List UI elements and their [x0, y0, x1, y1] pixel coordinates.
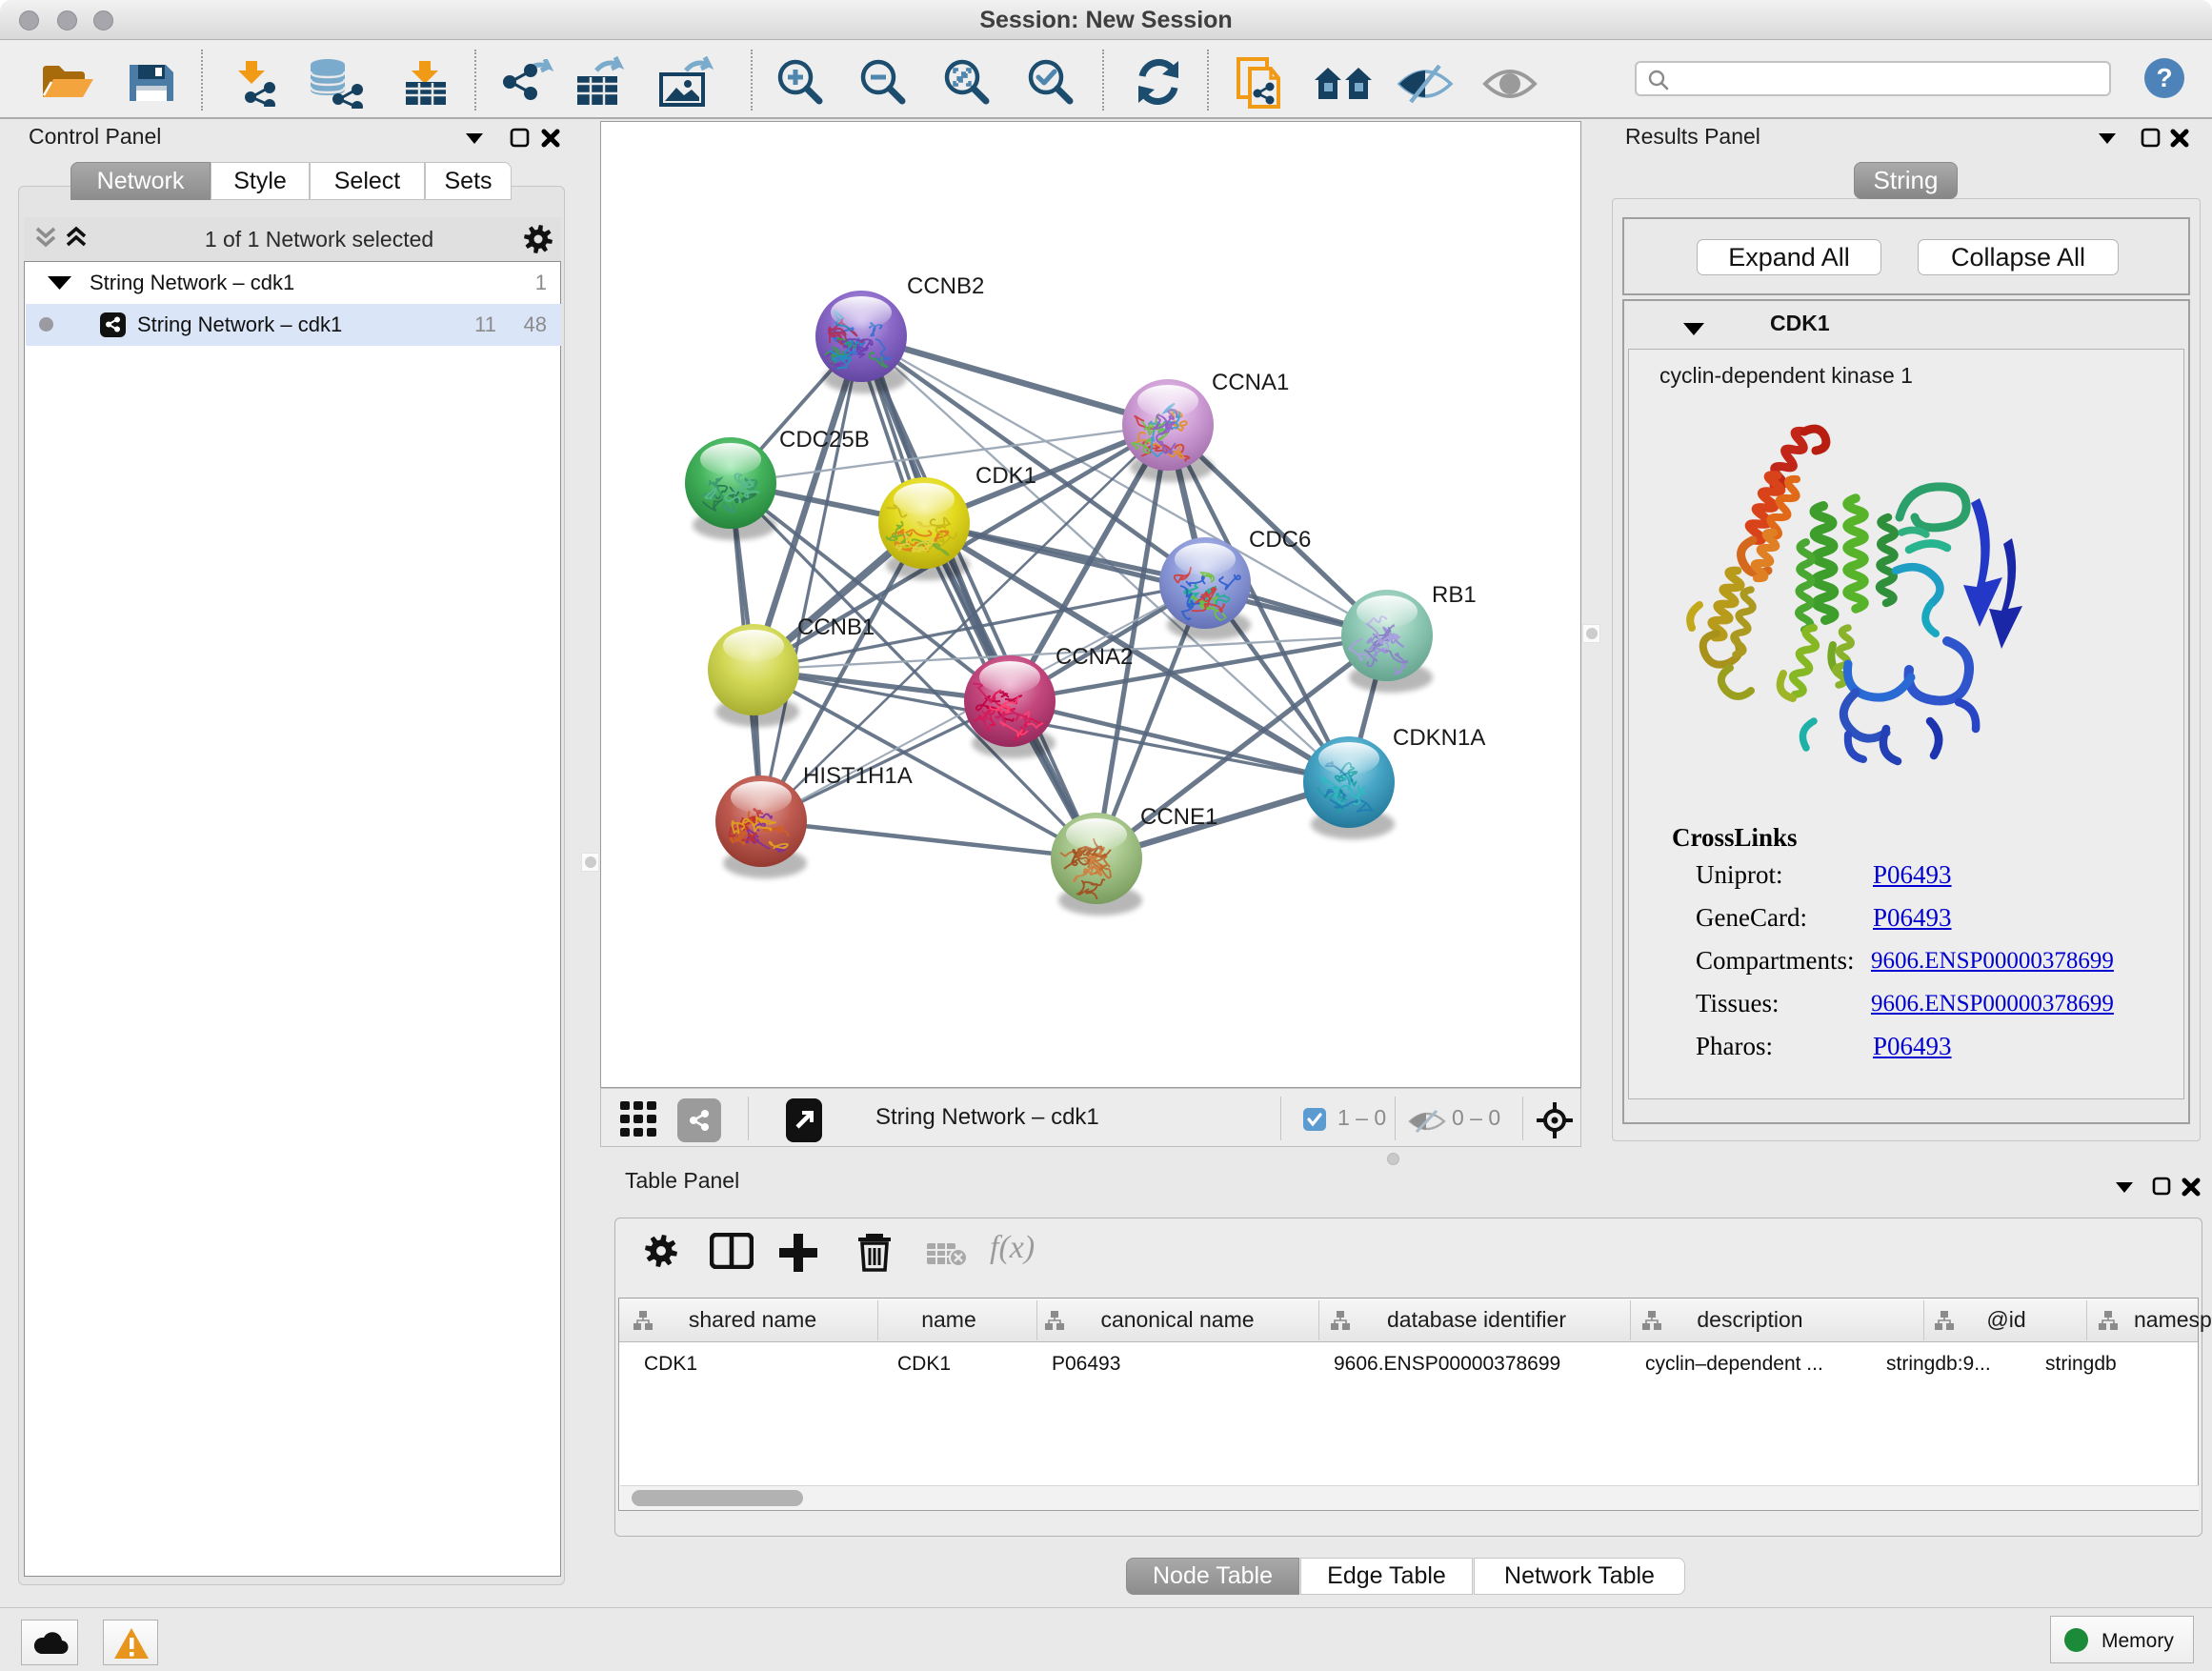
svg-text:HIST1H1A: HIST1H1A — [803, 763, 913, 789]
svg-text:CDKN1A: CDKN1A — [1393, 725, 1485, 751]
svg-text:?: ? — [2156, 63, 2172, 92]
svg-text:CCNE1: CCNE1 — [1140, 804, 1217, 830]
svg-text:CCNB2: CCNB2 — [907, 273, 984, 299]
svg-text:CCNA1: CCNA1 — [1212, 370, 1289, 395]
svg-text:CCNB1: CCNB1 — [797, 614, 875, 640]
svg-text:CDC25B: CDC25B — [779, 427, 870, 453]
svg-text:CDC6: CDC6 — [1249, 527, 1311, 553]
svg-text:RB1: RB1 — [1432, 582, 1477, 608]
svg-text:CDK1: CDK1 — [975, 463, 1036, 489]
svg-text:CCNA2: CCNA2 — [1056, 644, 1133, 670]
